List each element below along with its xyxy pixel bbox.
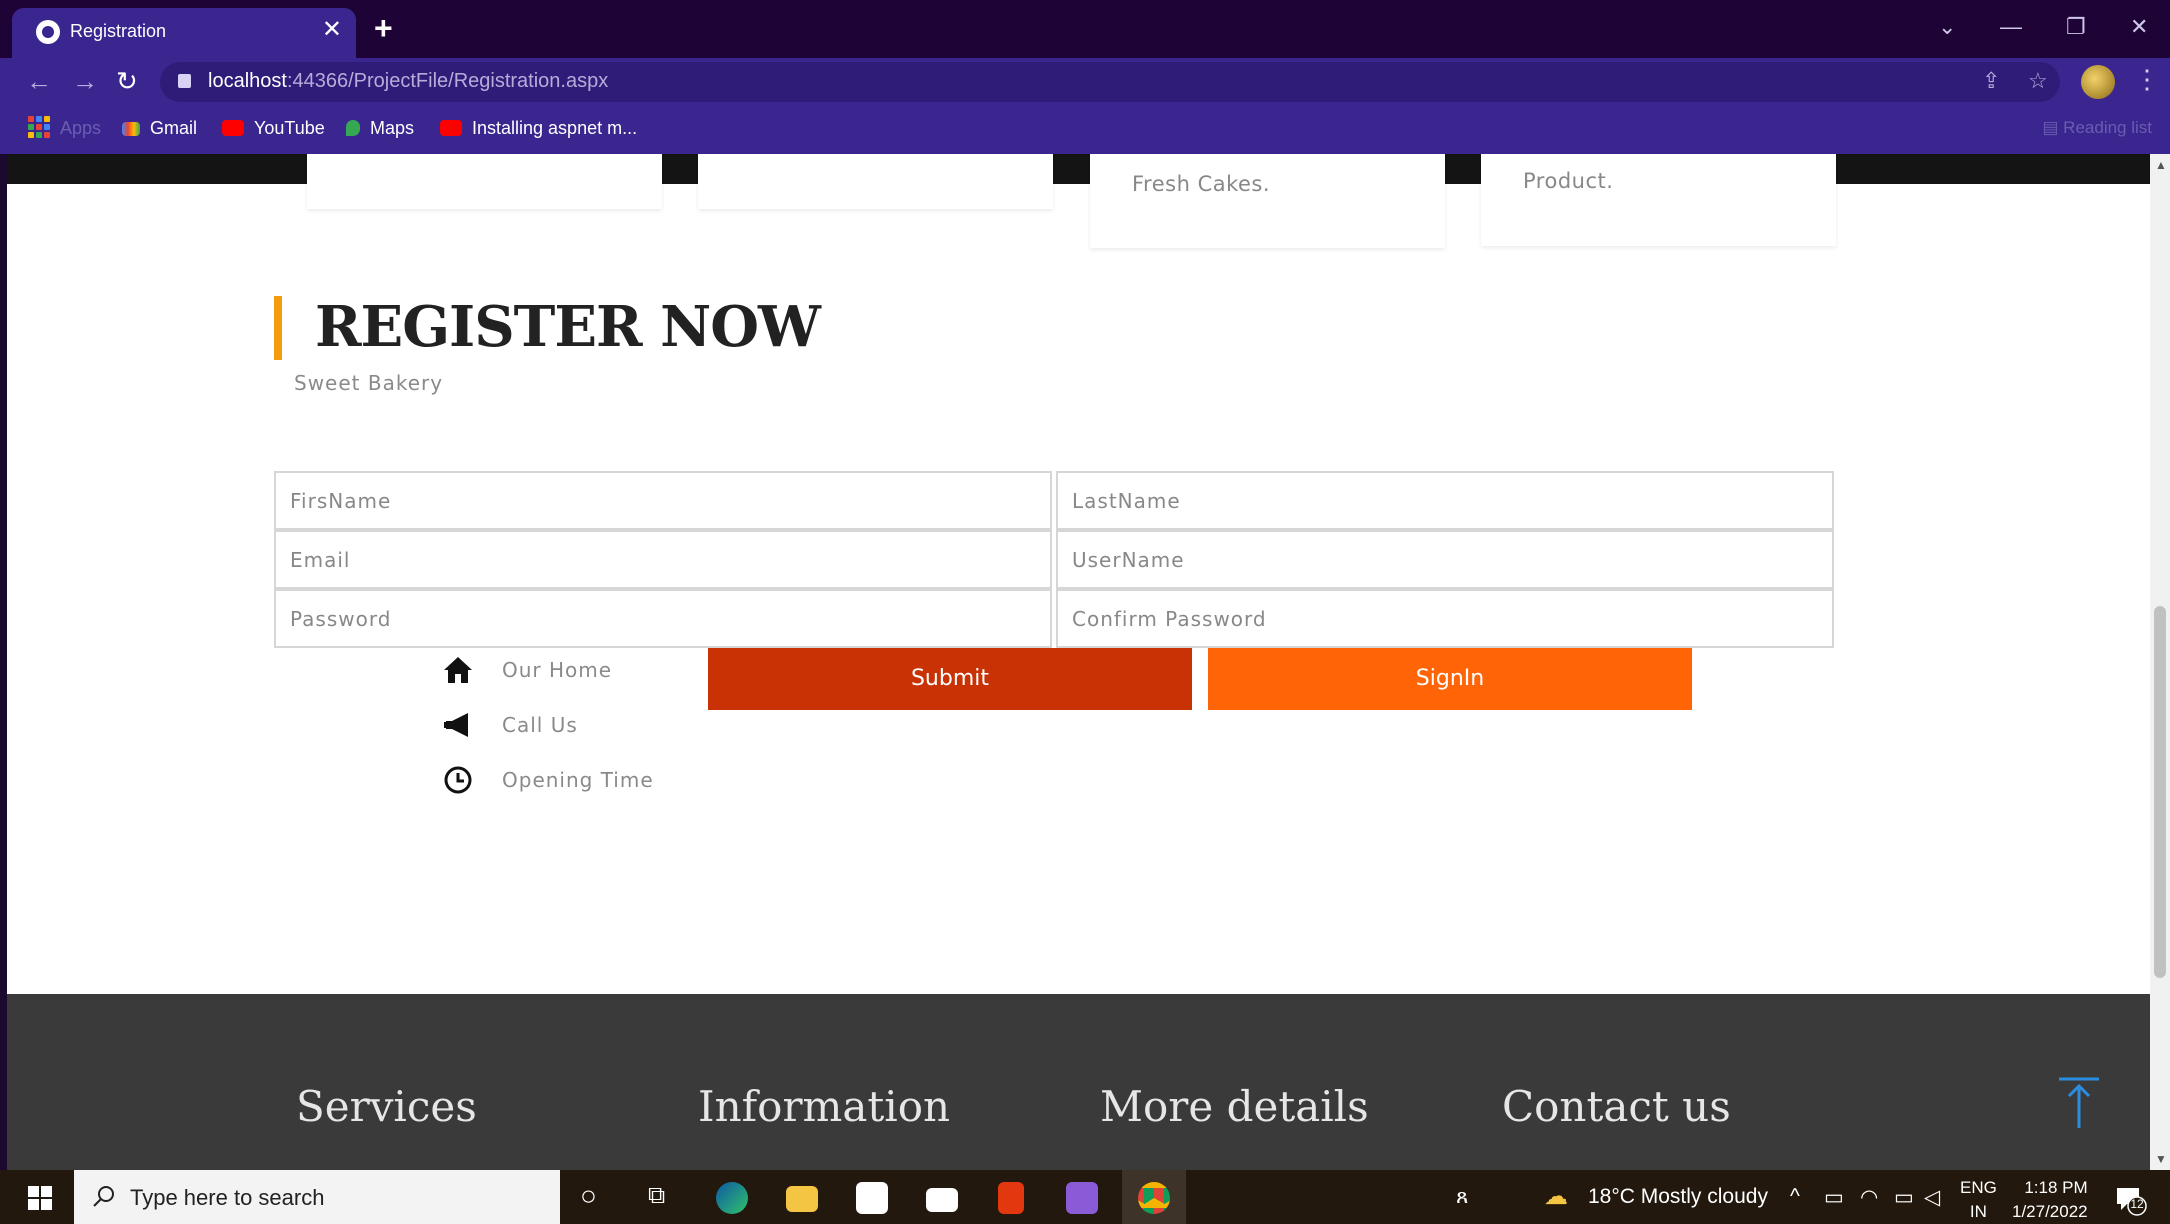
bookmarks-bar: Apps Gmail YouTube Maps Installing aspne… <box>0 106 2170 154</box>
feature-card-3-text: Fresh Cakes. <box>1132 172 1271 196</box>
close-window-button[interactable]: ✕ <box>2130 14 2148 40</box>
mail-icon[interactable] <box>926 1188 958 1212</box>
scroll-up-arrow[interactable]: ▲ <box>2155 158 2167 172</box>
restore-button[interactable]: ❐ <box>2066 14 2086 40</box>
tab-search-icon[interactable]: ⌄ <box>1938 14 1956 40</box>
wifi-icon[interactable]: ◠ <box>1860 1185 1878 1210</box>
page-subtitle: Sweet Bakery <box>294 371 444 395</box>
globe-icon <box>36 20 60 44</box>
taskbar-search-box[interactable]: Type here to search <box>74 1170 560 1224</box>
bookmark-youtube[interactable]: YouTube <box>222 118 325 139</box>
chrome-icon[interactable] <box>1138 1182 1170 1214</box>
page-scrollbar[interactable]: ▲ ▼ <box>2150 154 2170 1170</box>
youtube-icon <box>440 120 462 136</box>
back-button[interactable]: ← <box>26 68 52 94</box>
volume-icon[interactable]: ◁ <box>1924 1185 1940 1210</box>
screen: Registration ✕ + ⌄ — ❐ ✕ ← → ↻ localhost… <box>0 0 2170 1224</box>
url-bar[interactable]: localhost:44366/ProjectFile/Registration… <box>160 62 2060 102</box>
submit-button[interactable]: Submit <box>708 648 1192 710</box>
bookmark-gmail[interactable]: Gmail <box>122 118 197 139</box>
battery-icon[interactable]: ▭ <box>1894 1185 1914 1210</box>
youtube-icon <box>222 120 244 136</box>
bookmark-star-icon[interactable]: ☆ <box>2028 68 2048 94</box>
search-placeholder: Type here to search <box>130 1185 325 1210</box>
share-icon[interactable]: ⇪ <box>1982 68 2000 94</box>
password-field[interactable] <box>274 589 1052 648</box>
edge-icon[interactable] <box>716 1182 748 1214</box>
megaphone-icon <box>444 713 468 737</box>
feature-card-4-text: Product. <box>1523 169 1614 193</box>
side-link-label: Call Us <box>502 713 578 737</box>
feature-card-2 <box>698 154 1053 209</box>
feature-card-3: Fresh Cakes. <box>1090 154 1445 248</box>
cortana-icon[interactable]: ○ <box>580 1180 597 1212</box>
clock-icon <box>444 766 472 794</box>
show-hidden-icons[interactable]: ^ <box>1790 1185 1800 1209</box>
email-field[interactable] <box>274 530 1052 589</box>
username-field[interactable] <box>1056 530 1834 589</box>
forward-button[interactable]: → <box>72 68 98 94</box>
tray-device-icon[interactable]: ▭ <box>1824 1185 1844 1210</box>
windows-start-icon[interactable] <box>28 1186 52 1210</box>
close-tab-icon[interactable]: ✕ <box>322 18 342 42</box>
task-view-icon[interactable]: ⧉ <box>648 1182 665 1210</box>
scroll-to-top-icon[interactable] <box>2057 1076 2101 1130</box>
language-indicator[interactable]: ENG IN <box>1960 1176 1997 1224</box>
visual-studio-icon[interactable] <box>1066 1182 1098 1214</box>
page-title: REGISTER NOW <box>315 294 821 360</box>
weather-icon: ☁ <box>1544 1183 1568 1210</box>
minimize-button[interactable]: — <box>2000 14 2022 40</box>
file-explorer-icon[interactable] <box>786 1186 818 1212</box>
footer-heading-more-details: More details <box>1100 1082 1369 1131</box>
footer-heading-services: Services <box>296 1082 477 1131</box>
last-name-field[interactable] <box>1056 471 1834 530</box>
scrollbar-thumb[interactable] <box>2154 606 2166 978</box>
reading-list-button[interactable]: ▤ Reading list <box>2042 118 2152 138</box>
home-icon <box>444 657 472 683</box>
first-name-field[interactable] <box>274 471 1052 530</box>
windows-taskbar: Type here to search ○ ⧉ ጸ ☁ 18°C Mostly … <box>0 1170 2170 1224</box>
office-icon[interactable] <box>998 1182 1024 1214</box>
profile-avatar[interactable] <box>2081 65 2115 99</box>
footer-heading-contact-us: Contact us <box>1502 1082 1731 1131</box>
bookmark-maps[interactable]: Maps <box>346 118 414 139</box>
signin-button[interactable]: SignIn <box>1208 648 1692 710</box>
reload-button[interactable]: ↻ <box>116 68 138 94</box>
feature-card-4: Product. <box>1481 154 1836 246</box>
people-icon[interactable]: ጸ <box>1456 1185 1468 1209</box>
browser-tab[interactable]: Registration ✕ <box>12 8 356 58</box>
microsoft-store-icon[interactable] <box>856 1182 888 1214</box>
notification-center-icon[interactable]: 12 <box>2113 1182 2147 1216</box>
maps-pin-icon <box>346 120 360 136</box>
side-link-label: Our Home <box>502 658 613 682</box>
bookmark-installing-aspnet[interactable]: Installing aspnet m... <box>440 118 637 139</box>
weather-text[interactable]: 18°C Mostly cloudy <box>1588 1185 1768 1209</box>
new-tab-button[interactable]: + <box>374 12 393 44</box>
confirm-password-field[interactable] <box>1056 589 1834 648</box>
heading-accent-bar <box>274 296 282 360</box>
footer: Services Information More details Contac… <box>7 994 2150 1170</box>
side-link-label: Opening Time <box>502 768 654 792</box>
tab-title: Registration <box>70 21 167 41</box>
scroll-down-arrow[interactable]: ▼ <box>2155 1152 2167 1166</box>
search-icon <box>93 1186 114 1207</box>
web-page: Fresh Cakes. Product. REGISTER NOW Sweet… <box>7 154 2150 1170</box>
browser-tabbar: Registration ✕ + ⌄ — ❐ ✕ <box>0 0 2170 58</box>
footer-heading-information: Information <box>698 1082 951 1131</box>
feature-card-1 <box>307 154 662 209</box>
address-toolbar: ← → ↻ localhost:44366/ProjectFile/Regist… <box>0 58 2170 106</box>
apps-grid-icon[interactable] <box>28 116 50 138</box>
menu-icon[interactable]: ⋮ <box>2134 64 2160 95</box>
url-text: localhost:44366/ProjectFile/Registration… <box>208 70 609 92</box>
gmail-icon <box>122 122 140 136</box>
notification-count: 12 <box>2130 1197 2144 1211</box>
bookmark-apps[interactable]: Apps <box>60 118 101 139</box>
lock-icon <box>178 74 191 88</box>
system-clock[interactable]: 1:18 PM 1/27/2022 <box>2012 1176 2088 1224</box>
